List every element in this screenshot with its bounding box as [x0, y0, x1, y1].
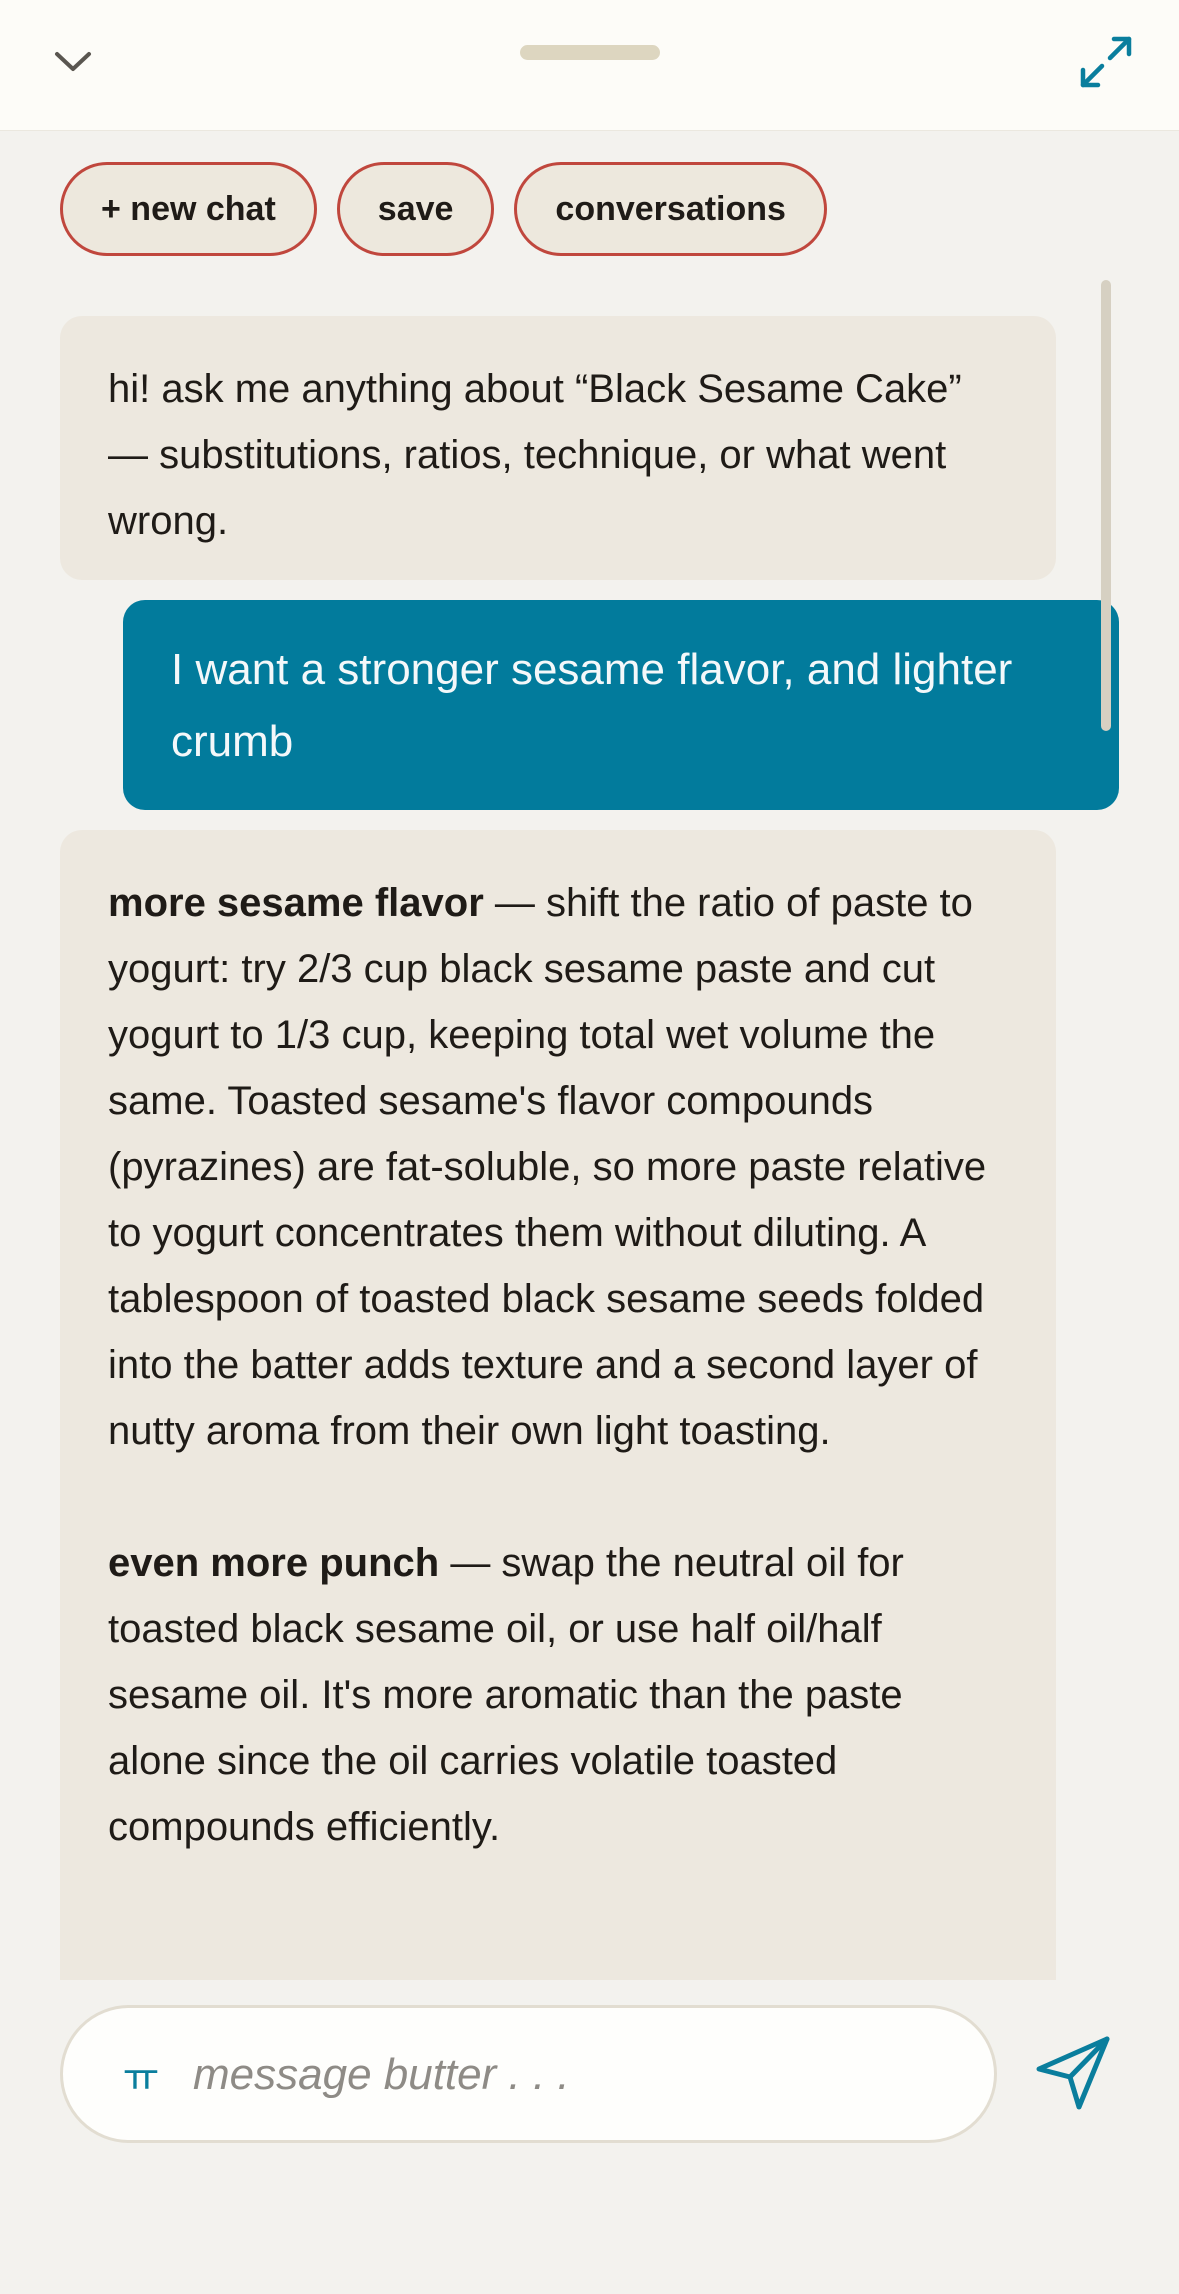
answer-paragraph: more sesame flavor — shift the ratio of …	[108, 870, 1008, 1464]
answer-body: — swap the neutral oil for toasted black…	[108, 1541, 904, 1849]
conversations-button[interactable]: conversations	[514, 162, 827, 256]
message-composer: ㅠ	[60, 2005, 997, 2143]
drag-handle[interactable]	[520, 45, 660, 60]
answer-paragraph: even more punch — swap the neutral oil f…	[108, 1530, 1008, 1860]
message-input[interactable]	[193, 2032, 953, 2118]
user-message-text: I want a stronger sesame flavor, and lig…	[171, 645, 1013, 766]
send-button[interactable]	[1030, 2030, 1116, 2116]
message-list[interactable]: hi! ask me anything about “Black Sesame …	[0, 280, 1179, 1980]
assistant-message: more sesame flavor — shift the ratio of …	[60, 830, 1056, 1980]
chevron-down-icon	[55, 52, 91, 71]
answer-body: — shift the ratio of paste to yogurt: tr…	[108, 881, 987, 1453]
new-chat-button[interactable]: + new chat	[60, 162, 317, 256]
send-icon	[1036, 2036, 1110, 2110]
expand-arrows-icon	[1080, 36, 1132, 88]
answer-heading: more sesame flavor	[108, 881, 484, 925]
user-message: I want a stronger sesame flavor, and lig…	[123, 600, 1119, 810]
text-format-icon[interactable]: ㅠ	[113, 2052, 169, 2100]
save-button[interactable]: save	[336, 162, 495, 256]
answer-heading: even more punch	[108, 1541, 440, 1585]
expand-button[interactable]	[1076, 32, 1136, 92]
collapse-button[interactable]	[45, 38, 101, 86]
sheet-header	[0, 0, 1179, 131]
chat-actions: + new chat save conversations	[60, 162, 827, 256]
assistant-message: hi! ask me anything about “Black Sesame …	[60, 316, 1056, 580]
assistant-message-text: hi! ask me anything about “Black Sesame …	[108, 367, 962, 543]
chat-scrollbar[interactable]	[1101, 280, 1111, 731]
